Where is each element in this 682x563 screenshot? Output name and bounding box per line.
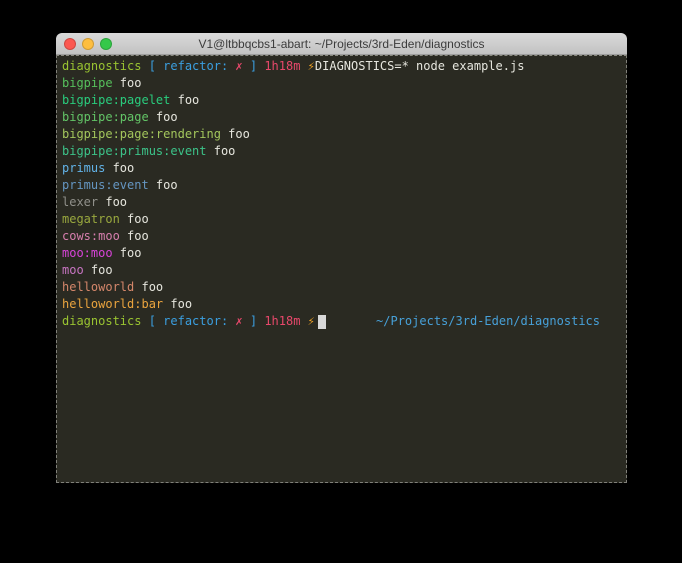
command-text: DIAGNOSTICS=* node example.js: [315, 59, 525, 73]
log-message: foo: [149, 178, 178, 192]
log-line: megatron foo: [62, 211, 622, 228]
working-directory-path: ~/Projects/3rd-Eden/diagnostics: [376, 313, 600, 330]
log-message: foo: [113, 76, 142, 90]
window-controls: [64, 33, 112, 54]
namespace: bigpipe:page: [62, 110, 149, 124]
zoom-button[interactable]: [100, 38, 112, 50]
log-message: foo: [120, 212, 149, 226]
prompt-branch-close: ]: [243, 59, 265, 73]
prompt-branch-close: ]: [243, 314, 265, 328]
log-line: bigpipe:page:rendering foo: [62, 126, 622, 143]
namespace: bigpipe:pagelet: [62, 93, 170, 107]
shell-prompt-line: diagnostics [ refactor: ✗ ] 1h18m ⚡ ~/Pro…: [62, 313, 622, 330]
log-message: foo: [84, 263, 113, 277]
namespace: cows:moo: [62, 229, 120, 243]
log-message: foo: [163, 297, 192, 311]
log-line: lexer foo: [62, 194, 622, 211]
close-button[interactable]: [64, 38, 76, 50]
log-message: foo: [149, 110, 178, 124]
log-line: bigpipe foo: [62, 75, 622, 92]
log-line: bigpipe:primus:event foo: [62, 143, 622, 160]
prompt-dirty-mark: ✗: [235, 59, 242, 73]
prompt-dirty-mark: ✗: [235, 314, 242, 328]
namespace: primus: [62, 161, 105, 175]
log-line: primus foo: [62, 160, 622, 177]
prompt-dir: diagnostics: [62, 59, 141, 73]
log-line: helloworld foo: [62, 279, 622, 296]
log-message: foo: [105, 161, 134, 175]
namespace: helloworld:bar: [62, 297, 163, 311]
log-message: foo: [134, 280, 163, 294]
shell-prompt-line: diagnostics [ refactor: ✗ ] 1h18m ⚡DIAGN…: [62, 58, 622, 75]
namespace: primus:event: [62, 178, 149, 192]
log-message: foo: [221, 127, 250, 141]
terminal-lines: diagnostics [ refactor: ✗ ] 1h18m ⚡DIAGN…: [62, 58, 622, 330]
namespace: bigpipe: [62, 76, 113, 90]
namespace: bigpipe:primus:event: [62, 144, 207, 158]
prompt-symbol: ⚡: [300, 314, 314, 328]
log-line: helloworld:bar foo: [62, 296, 622, 313]
log-line: moo:moo foo: [62, 245, 622, 262]
namespace: bigpipe:page:rendering: [62, 127, 221, 141]
minimize-button[interactable]: [82, 38, 94, 50]
prompt-branch: [ refactor:: [141, 59, 235, 73]
titlebar[interactable]: V1@ltbbqcbs1-abart: ~/Projects/3rd-Eden/…: [56, 33, 627, 55]
log-line: moo foo: [62, 262, 622, 279]
namespace: helloworld: [62, 280, 134, 294]
prompt-branch: [ refactor:: [141, 314, 235, 328]
window-title: V1@ltbbqcbs1-abart: ~/Projects/3rd-Eden/…: [198, 37, 484, 51]
terminal-window: V1@ltbbqcbs1-abart: ~/Projects/3rd-Eden/…: [56, 33, 627, 483]
prompt-dir: diagnostics: [62, 314, 141, 328]
log-message: foo: [113, 246, 142, 260]
log-line: cows:moo foo: [62, 228, 622, 245]
log-message: foo: [120, 229, 149, 243]
log-message: foo: [98, 195, 127, 209]
terminal-cursor: [318, 315, 326, 329]
log-message: foo: [170, 93, 199, 107]
log-line: bigpipe:page foo: [62, 109, 622, 126]
log-line: primus:event foo: [62, 177, 622, 194]
log-message: foo: [207, 144, 236, 158]
namespace: moo: [62, 263, 84, 277]
prompt-symbol: ⚡: [300, 59, 314, 73]
log-line: bigpipe:pagelet foo: [62, 92, 622, 109]
namespace: lexer: [62, 195, 98, 209]
terminal-screen[interactable]: diagnostics [ refactor: ✗ ] 1h18m ⚡DIAGN…: [56, 55, 627, 483]
prompt-elapsed: 1h18m: [264, 314, 300, 328]
namespace: megatron: [62, 212, 120, 226]
prompt-elapsed: 1h18m: [264, 59, 300, 73]
namespace: moo:moo: [62, 246, 113, 260]
